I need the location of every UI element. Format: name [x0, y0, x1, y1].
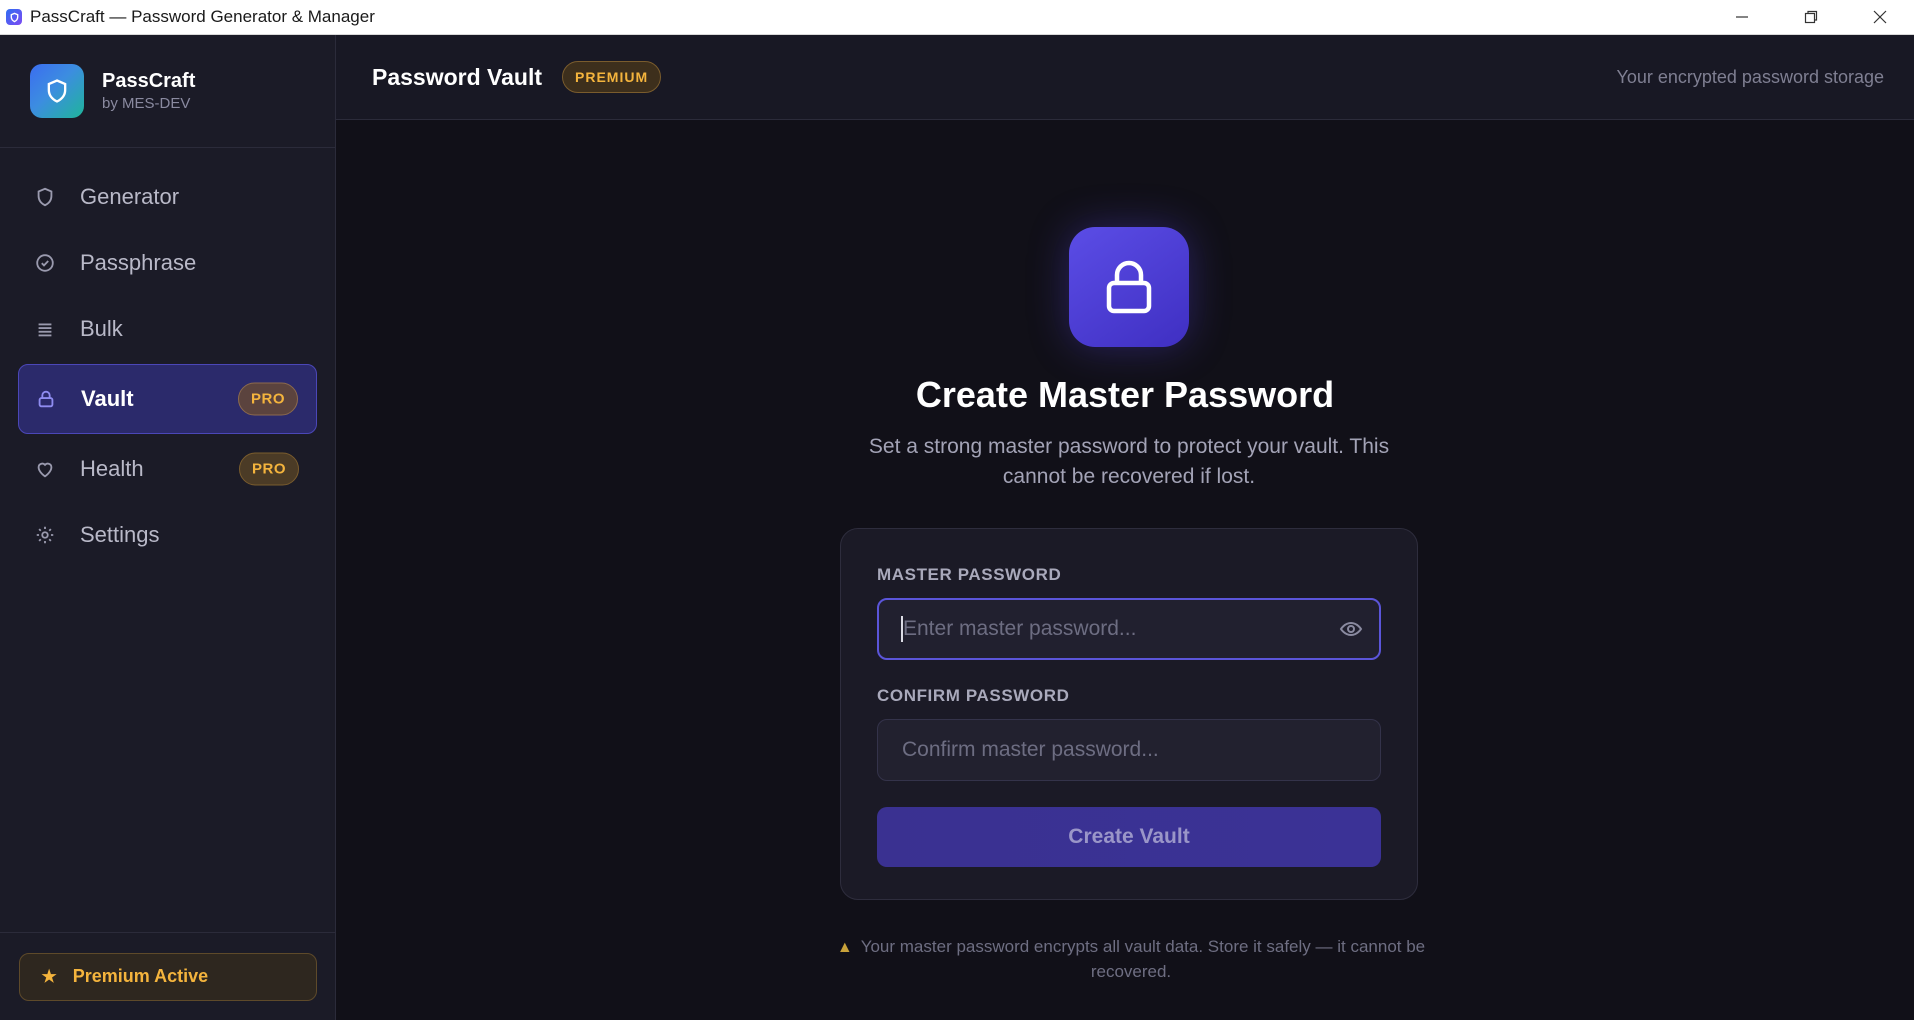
sidebar-item-generator[interactable]: Generator	[18, 166, 317, 228]
heart-icon	[34, 458, 56, 480]
page-subtitle: Your encrypted password storage	[1616, 66, 1885, 87]
premium-status-button[interactable]: ★ Premium Active	[18, 952, 317, 1001]
brand-name: PassCraft	[102, 70, 196, 92]
brand-logo	[30, 64, 84, 118]
page-header: Password Vault PREMIUM Your encrypted pa…	[336, 35, 1914, 120]
minimize-button[interactable]	[1707, 0, 1776, 34]
create-vault-button[interactable]: Create Vault	[877, 807, 1381, 867]
pro-badge: PRO	[237, 382, 298, 416]
sidebar-item-bulk[interactable]: Bulk	[18, 298, 317, 360]
window-title: PassCraft — Password Generator & Manager	[30, 7, 375, 26]
shield-icon	[47, 79, 67, 103]
list-icon	[34, 318, 56, 340]
sidebar: PassCraft by MES-DEV Generator Passphras…	[0, 35, 336, 1020]
setup-description: Set a strong master password to protect …	[868, 435, 1390, 488]
restore-icon	[1804, 10, 1817, 24]
main-panel: Password Vault PREMIUM Your encrypted pa…	[336, 35, 1914, 1020]
show-password-toggle[interactable]	[1339, 617, 1363, 641]
setup-title: Create Master Password	[915, 374, 1335, 415]
vault-lock-tile	[1069, 227, 1189, 347]
master-password-input[interactable]	[877, 598, 1381, 660]
brand: PassCraft by MES-DEV	[0, 35, 335, 148]
gear-icon	[34, 524, 56, 546]
warning-text: Your master password encrypts all vault …	[860, 937, 1426, 981]
app-icon	[6, 9, 22, 25]
vault-setup: Create Master Password Set a strong mast…	[336, 120, 1914, 1020]
eye-icon	[1339, 621, 1363, 637]
sidebar-item-label: Health	[80, 456, 144, 481]
app-window: PassCraft — Password Generator & Manager…	[0, 0, 1914, 1020]
premium-status-label: Premium Active	[72, 966, 209, 986]
close-icon	[1873, 10, 1886, 24]
sidebar-item-label: Passphrase	[80, 250, 197, 275]
title-bar: PassCraft — Password Generator & Manager	[0, 0, 1914, 35]
brand-byline: by MES-DEV	[102, 95, 191, 112]
restore-button[interactable]	[1776, 0, 1845, 34]
sidebar-footer: ★ Premium Active	[0, 932, 335, 1020]
window-controls	[1707, 0, 1914, 34]
minimize-icon	[1735, 16, 1748, 18]
text-caret	[901, 616, 903, 642]
lock-icon	[35, 388, 57, 410]
close-button[interactable]	[1845, 0, 1914, 34]
sidebar-item-label: Generator	[80, 184, 180, 209]
warning-icon: ▲	[836, 939, 853, 956]
sidebar-nav: Generator Passphrase Bulk Vault PRO Heal…	[0, 148, 335, 570]
lock-icon	[1106, 260, 1152, 314]
star-icon: ★	[41, 966, 57, 986]
sidebar-item-label: Vault	[81, 386, 134, 411]
confirm-password-wrap	[877, 719, 1381, 781]
master-password-warning: ▲ Your master password encrypts all vault…	[836, 935, 1426, 984]
master-password-wrap	[877, 598, 1381, 660]
confirm-password-label: CONFIRM PASSWORD	[877, 686, 1070, 705]
sidebar-item-settings[interactable]: Settings	[18, 504, 317, 566]
sidebar-item-vault[interactable]: Vault PRO	[18, 364, 317, 434]
confirm-password-input[interactable]	[877, 719, 1381, 781]
master-password-form: MASTER PASSWORD CONFIRM PASSWORD Create …	[840, 528, 1418, 900]
pro-badge: PRO	[238, 452, 299, 486]
premium-badge: PREMIUM	[562, 61, 662, 93]
page-title: Password Vault	[372, 63, 543, 90]
master-password-label: MASTER PASSWORD	[877, 565, 1062, 584]
sidebar-item-label: Settings	[80, 522, 160, 547]
sidebar-item-health[interactable]: Health PRO	[18, 438, 317, 500]
check-circle-icon	[34, 252, 56, 274]
sidebar-item-label: Bulk	[80, 316, 123, 341]
sidebar-item-passphrase[interactable]: Passphrase	[18, 232, 317, 294]
shield-icon	[34, 186, 56, 208]
